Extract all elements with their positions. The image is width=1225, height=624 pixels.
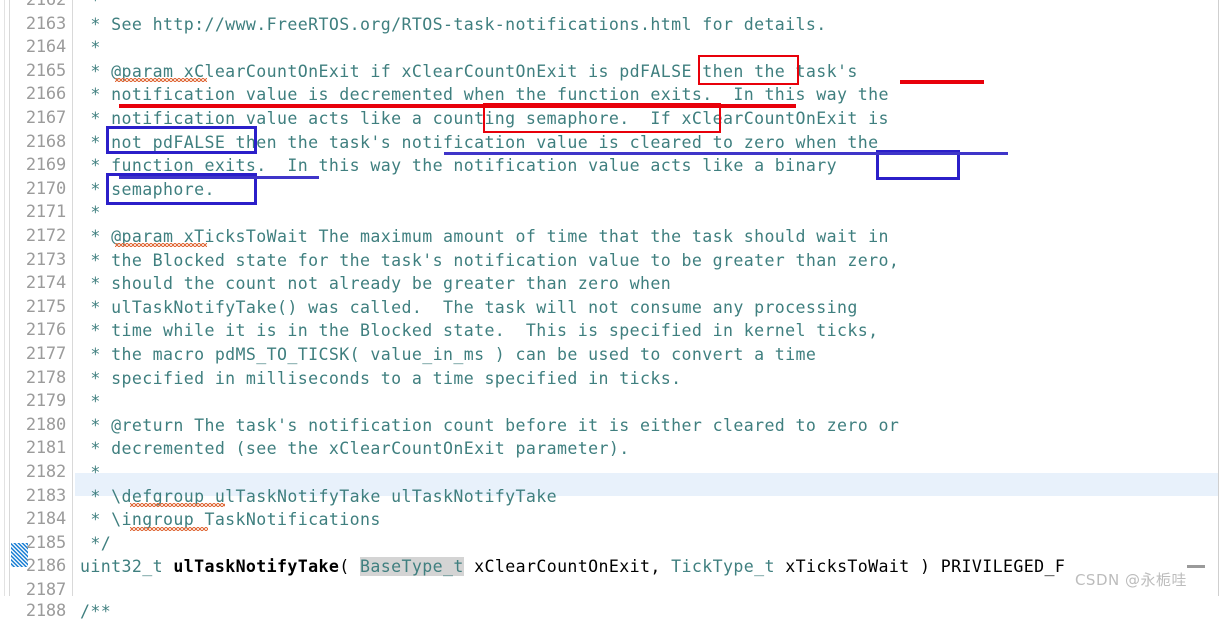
code-line-row[interactable]: 2166 * notification value is decremented… bbox=[0, 83, 1225, 107]
line-number: 2171 bbox=[25, 202, 66, 223]
line-number: 2165 bbox=[25, 60, 66, 81]
code-line-row[interactable]: 2171 * bbox=[0, 201, 1225, 225]
param1-name-token: xClearCountOnExit, bbox=[463, 557, 672, 577]
line-content[interactable]: * the Blocked state for the task's notif… bbox=[80, 249, 899, 273]
spellcheck-squiggle-ingroup-2184 bbox=[130, 527, 208, 531]
line-content[interactable]: * bbox=[80, 0, 101, 13]
line-number: 2182 bbox=[25, 462, 66, 482]
line-content[interactable]: * time while it is in the Blocked state.… bbox=[80, 319, 879, 343]
watermark-dash bbox=[1187, 565, 1205, 568]
line-content[interactable]: * the macro pdMS_TO_TICSK( value_in_ms )… bbox=[80, 343, 816, 367]
param2-name-token: xTicksToWait bbox=[774, 557, 921, 577]
code-line-row[interactable]: 2167 * notification value acts like a co… bbox=[0, 107, 1225, 131]
code-line-row[interactable]: 2168 * not pdFALSE then the task's notif… bbox=[0, 131, 1225, 155]
line-content[interactable]: * See http://www.FreeRTOS.org/RTOS-task-… bbox=[80, 13, 827, 37]
line-content[interactable]: * semaphore. bbox=[80, 178, 215, 202]
code-line-row-declaration[interactable]: 2186 uint32_t ulTaskNotifyTake( BaseType… bbox=[0, 555, 1225, 579]
line-content[interactable]: * bbox=[80, 461, 101, 485]
line-number: 2174 bbox=[25, 273, 66, 294]
line-content[interactable]: * notification value is decremented when… bbox=[80, 83, 889, 107]
line-content[interactable]: * should the count not already be greate… bbox=[80, 272, 671, 296]
csdn-watermark: CSDN @永栀哇 bbox=[1074, 571, 1187, 589]
line-content[interactable]: * \ingroup TaskNotifications bbox=[80, 508, 381, 532]
code-line-row[interactable]: 2180 * @return The task's notification c… bbox=[0, 414, 1225, 438]
line-number: 2172 bbox=[25, 226, 66, 246]
code-line-row[interactable]: 2182 * bbox=[0, 461, 1225, 485]
line-number: 2170 bbox=[25, 178, 66, 199]
line-number: 2173 bbox=[25, 249, 66, 270]
code-line-row[interactable]: 2179 * bbox=[0, 390, 1225, 414]
return-type-token[interactable]: uint32_t bbox=[80, 557, 163, 576]
line-number: 2169 bbox=[25, 155, 66, 176]
function-name-token[interactable]: ulTaskNotifyTake bbox=[173, 557, 339, 576]
line-content[interactable]: * function exits. In this way the notifi… bbox=[80, 154, 837, 178]
code-line-row[interactable]: 2175 * ulTaskNotifyTake() was called. Th… bbox=[0, 296, 1225, 320]
line-number: 2177 bbox=[25, 344, 66, 364]
line-number: 2185 bbox=[25, 532, 66, 553]
code-editor[interactable]: 2162 * 2163 * See http://www.FreeRTOS.or… bbox=[0, 0, 1225, 621]
line-number: 2183 bbox=[25, 485, 66, 506]
code-line-row[interactable]: 2188 /** bbox=[0, 600, 1225, 624]
line-content[interactable]: * not pdFALSE then the task's notificati… bbox=[80, 131, 879, 155]
code-line-row[interactable]: 2162 * bbox=[0, 0, 1225, 13]
code-line-row[interactable]: 2178 * specified in milliseconds to a ti… bbox=[0, 367, 1225, 391]
code-line-row[interactable]: 2174 * should the count not already be g… bbox=[0, 272, 1225, 296]
line-content[interactable]: * bbox=[80, 36, 101, 60]
editor-right-padding bbox=[1219, 0, 1225, 596]
line-number: 2178 bbox=[25, 367, 66, 388]
spellcheck-squiggle-defgroup-2183 bbox=[130, 503, 225, 507]
line-content[interactable]: */ bbox=[80, 532, 111, 556]
code-line-row[interactable]: 2170 * semaphore. bbox=[0, 178, 1225, 202]
code-line-row[interactable]: 2169 * function exits. In this way the n… bbox=[0, 154, 1225, 178]
line-content[interactable]: * specified in milliseconds to a time sp… bbox=[80, 367, 681, 391]
line-content[interactable]: uint32_t ulTaskNotifyTake( BaseType_t xC… bbox=[80, 555, 1065, 579]
code-line-row[interactable]: 2176 * time while it is in the Blocked s… bbox=[0, 319, 1225, 343]
line-number: 2188 bbox=[25, 601, 66, 621]
line-number: 2179 bbox=[25, 391, 66, 412]
open-paren-token: ( bbox=[339, 557, 361, 577]
code-line-row[interactable]: 2181 * decremented (see the xClearCountO… bbox=[0, 437, 1225, 461]
line-number: 2167 bbox=[25, 108, 66, 128]
line-content[interactable]: * @return The task's notification count … bbox=[80, 414, 899, 438]
code-line-row[interactable]: 2164 * bbox=[0, 36, 1225, 60]
line-number: 2166 bbox=[25, 84, 66, 105]
privileged-macro-token[interactable]: PRIVILEGED_F bbox=[941, 557, 1065, 576]
line-number: 2175 bbox=[25, 296, 66, 317]
line-content[interactable]: /** bbox=[80, 600, 111, 624]
line-content[interactable]: * ulTaskNotifyTake() was called. The tas… bbox=[80, 296, 858, 320]
line-number: 2186 bbox=[25, 556, 66, 577]
spellcheck-squiggle-param-2165 bbox=[115, 78, 207, 82]
line-content[interactable]: * bbox=[80, 390, 101, 414]
line-number: 2184 bbox=[25, 509, 66, 530]
line-number: 2176 bbox=[25, 320, 66, 341]
spellcheck-squiggle-param-2172 bbox=[115, 243, 207, 247]
code-line-row[interactable]: 2173 * the Blocked state for the task's … bbox=[0, 249, 1225, 273]
line-number: 2180 bbox=[25, 414, 66, 435]
line-number: 2164 bbox=[25, 37, 66, 58]
line-number: 2181 bbox=[25, 438, 66, 459]
line-content[interactable]: * notification value acts like a countin… bbox=[80, 107, 889, 131]
line-number: 2163 bbox=[25, 13, 66, 34]
line-content[interactable]: * decremented (see the xClearCountOnExit… bbox=[80, 437, 630, 461]
param2-type-token[interactable]: TickType_t bbox=[671, 557, 775, 576]
line-content[interactable]: * bbox=[80, 201, 101, 225]
line-number: 2162 bbox=[25, 0, 66, 10]
code-line-row[interactable]: 2185 */ bbox=[0, 532, 1225, 556]
close-paren-token: ) bbox=[920, 557, 941, 577]
line-number: 2168 bbox=[25, 131, 66, 152]
param1-type-token[interactable]: BaseType_t bbox=[360, 557, 464, 577]
code-line-row[interactable]: 2163 * See http://www.FreeRTOS.org/RTOS-… bbox=[0, 13, 1225, 37]
code-line-row[interactable]: 2177 * the macro pdMS_TO_TICSK( value_in… bbox=[0, 343, 1225, 367]
